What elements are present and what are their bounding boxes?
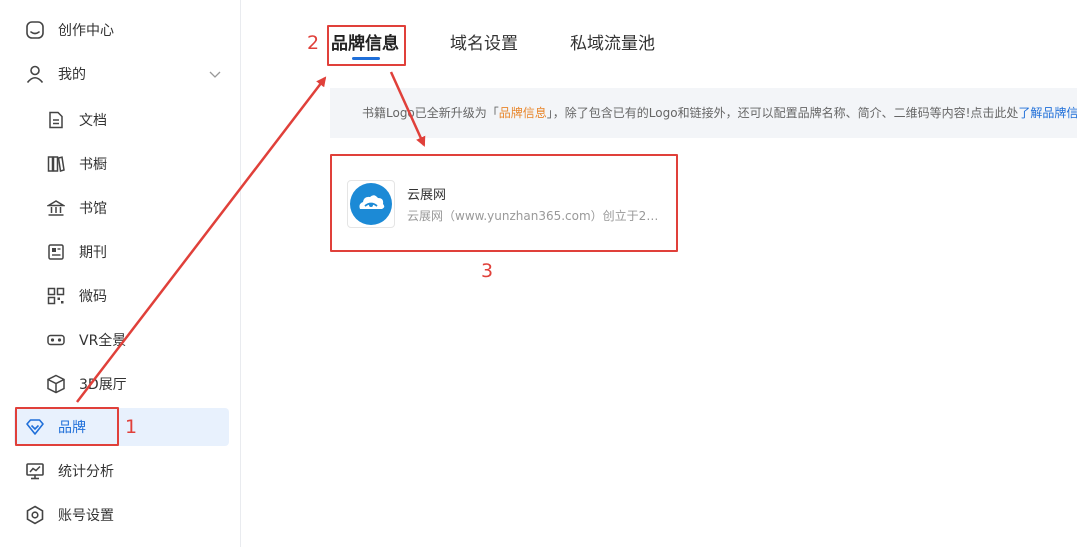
bookshelf-icon <box>46 154 66 174</box>
annotation-step-1: 1 <box>125 416 138 438</box>
sidebar-item-mine[interactable]: 我的 <box>14 55 229 93</box>
sidebar-item-label: 期刊 <box>79 245 107 261</box>
annotation-step-3: 3 <box>481 260 494 282</box>
tab-domain-settings[interactable]: 域名设置 <box>450 30 518 58</box>
sidebar-item-label: 3D展厅 <box>79 377 127 393</box>
sidebar-item-label: 微码 <box>79 289 107 305</box>
vr-icon <box>46 330 66 350</box>
periodical-icon <box>46 242 66 262</box>
sidebar-item-bookshelf[interactable]: 书橱 <box>14 145 229 183</box>
tab-private-traffic-pool[interactable]: 私域流量池 <box>570 30 655 58</box>
library-icon <box>46 198 66 218</box>
cube-icon <box>46 374 66 394</box>
notice-middle: 」，除了包含已有的Logo和链接外，还可以配置品牌名称、简介、二维码等内容!点击… <box>546 106 1019 120</box>
sidebar-item-label: 创作中心 <box>58 23 114 39</box>
sidebar-item-label: 书馆 <box>79 201 107 217</box>
sidebar-item-vr[interactable]: VR全景 <box>14 321 229 359</box>
home-icon <box>25 20 45 40</box>
annotation-box-brand <box>15 407 119 446</box>
annotation-step-2: 2 <box>307 32 320 54</box>
sidebar-item-creation-center[interactable]: 创作中心 <box>14 11 229 49</box>
sidebar: 创作中心 我的 文档 书橱 书馆 期刊 微码 VR全景 3D展厅 品牌 统计分析… <box>0 0 241 547</box>
chevron-down-icon[interactable] <box>209 68 221 80</box>
qrcode-icon <box>46 286 66 306</box>
annotation-box-brand-tab <box>327 25 406 66</box>
user-icon <box>25 64 45 84</box>
sidebar-item-label: 文档 <box>79 113 107 129</box>
sidebar-item-label: VR全景 <box>79 333 127 349</box>
notice-prefix: 书籍Logo已全新升级为「 <box>362 106 499 120</box>
annotation-box-brand-card <box>330 154 678 252</box>
sidebar-item-documents[interactable]: 文档 <box>14 101 229 139</box>
document-icon <box>46 110 66 130</box>
sidebar-item-periodical[interactable]: 期刊 <box>14 233 229 271</box>
sidebar-item-label: 账号设置 <box>58 508 114 524</box>
upgrade-notice: 书籍Logo已全新升级为「品牌信息」，除了包含已有的Logo和链接外，还可以配置… <box>330 88 1077 138</box>
sidebar-item-qrcode[interactable]: 微码 <box>14 277 229 315</box>
settings-icon <box>25 505 45 525</box>
sidebar-item-label: 统计分析 <box>58 464 114 480</box>
sidebar-item-label: 我的 <box>58 67 86 83</box>
notice-learn-more-link[interactable]: 了解品牌信息 <box>1018 106 1077 120</box>
chart-icon <box>25 461 45 481</box>
sidebar-item-account-settings[interactable]: 账号设置 <box>14 496 229 534</box>
sidebar-item-library[interactable]: 书馆 <box>14 189 229 227</box>
notice-highlight: 品牌信息 <box>498 106 547 120</box>
sidebar-item-label: 书橱 <box>79 157 107 173</box>
sidebar-item-statistics[interactable]: 统计分析 <box>14 452 229 490</box>
sidebar-item-3d-hall[interactable]: 3D展厅 <box>14 365 229 403</box>
